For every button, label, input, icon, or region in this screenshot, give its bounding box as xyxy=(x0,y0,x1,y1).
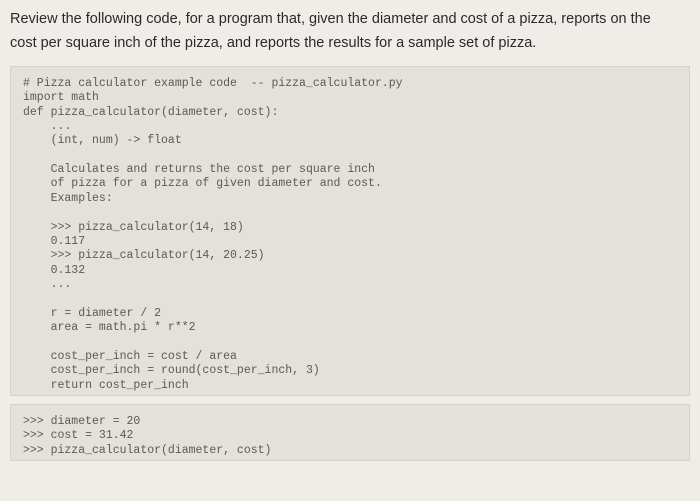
question-prompt: Review the following code, for a program… xyxy=(10,8,690,56)
prompt-line-2: cost per square inch of the pizza, and r… xyxy=(10,35,536,51)
prompt-line-1: Review the following code, for a program… xyxy=(10,11,651,27)
code-text-1: # Pizza calculator example code -- pizza… xyxy=(23,77,403,392)
code-block-main: # Pizza calculator example code -- pizza… xyxy=(10,66,690,396)
code-text-2: >>> diameter = 20 >>> cost = 31.42 >>> p… xyxy=(23,415,271,457)
code-block-repl: >>> diameter = 20 >>> cost = 31.42 >>> p… xyxy=(10,404,690,461)
